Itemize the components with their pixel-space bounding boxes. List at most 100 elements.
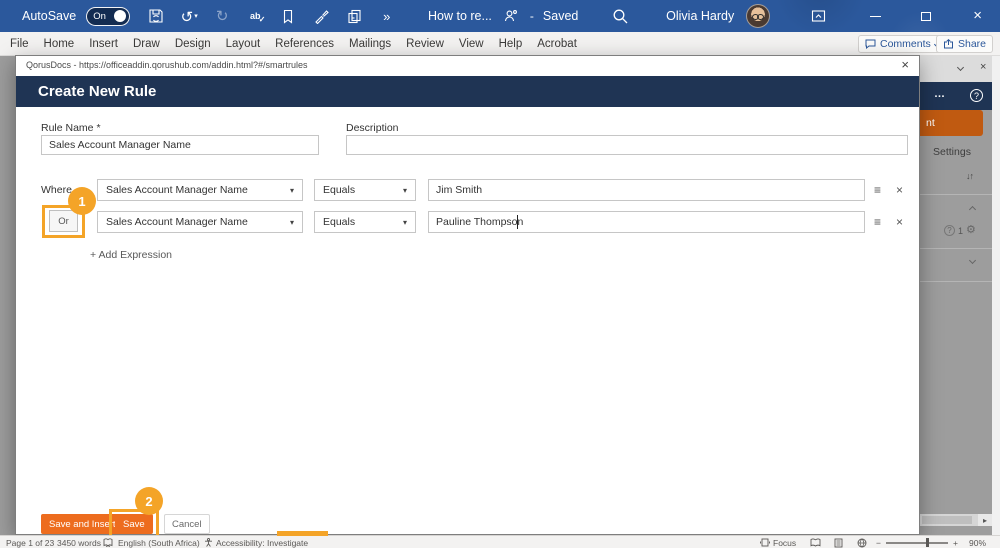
description-input[interactable] [346, 135, 908, 155]
dropdown-caret-icon: ▾ [402, 185, 407, 195]
tab-home[interactable]: Home [44, 38, 75, 50]
text-cursor [517, 215, 518, 229]
maximize-button[interactable] [921, 11, 932, 21]
dialog-header: Create New Rule [16, 76, 919, 107]
coauthor-icon[interactable] [501, 6, 521, 26]
focus-toggle[interactable]: Focus [773, 536, 796, 548]
horizontal-scrollbar[interactable]: ▸ [920, 514, 992, 526]
tab-help[interactable]: Help [499, 38, 523, 50]
print-layout-button[interactable] [834, 536, 843, 548]
operator-dropdown-row1-value: Equals [323, 184, 356, 196]
zoom-slider-thumb[interactable] [926, 538, 929, 547]
format-painter-icon[interactable] [311, 6, 331, 26]
saved-status[interactable]: Saved [543, 9, 578, 23]
pane-content-button[interactable]: nt [920, 110, 983, 136]
share-label: Share [958, 38, 987, 50]
copy-icon[interactable] [344, 6, 364, 26]
word-count[interactable]: 3450 words [57, 536, 101, 548]
quick-access-toolbar: ↺ ▾ ↻ ab ✓ » [146, 6, 397, 26]
minimize-button[interactable] [870, 15, 882, 17]
rule-name-label: Rule Name * [41, 122, 101, 134]
section-count: 1 [958, 225, 964, 236]
tab-review[interactable]: Review [406, 38, 444, 50]
task-pane-dropdown-icon[interactable] [956, 63, 965, 72]
comments-label: Comments [880, 38, 931, 50]
delete-row1-icon[interactable]: × [896, 179, 903, 201]
dialog-close-icon[interactable]: × [901, 57, 909, 72]
dialog-url-bar: QorusDocs - https://officeaddin.qorushub… [16, 56, 919, 76]
page-indicator[interactable]: Page 1 of 23 [6, 536, 54, 548]
list-lookup-icon-row2[interactable]: ≡ [874, 211, 881, 233]
save-icon[interactable] [146, 6, 166, 26]
dropdown-caret-icon: ▾ [402, 217, 407, 227]
operator-dropdown-row2[interactable]: Equals ▾ [314, 211, 416, 233]
delete-row2-icon[interactable]: × [896, 211, 903, 233]
scroll-right-arrow-icon[interactable]: ▸ [978, 514, 992, 526]
spellcheck-check: ✓ [258, 15, 266, 24]
pane-section-controls: ? 1 ⚙ [944, 225, 976, 236]
bookmark-icon[interactable] [278, 6, 298, 26]
value-input-row1[interactable] [428, 179, 865, 201]
avatar[interactable] [746, 4, 771, 28]
search-icon[interactable] [610, 6, 630, 26]
field-dropdown-row2[interactable]: Sales Account Manager Name ▾ [97, 211, 303, 233]
read-mode-button[interactable] [810, 536, 821, 548]
document-title[interactable]: How to re... [428, 9, 492, 23]
language-status[interactable]: English (South Africa) [118, 536, 200, 548]
or-operator-button[interactable]: Or [49, 210, 78, 232]
autosave-toggle[interactable]: On [86, 6, 131, 26]
section-help-icon[interactable]: ? [944, 225, 955, 236]
tab-acrobat[interactable]: Acrobat [537, 38, 577, 50]
value-input-row2[interactable] [428, 211, 865, 233]
zoom-level[interactable]: 90% [969, 536, 986, 548]
pane-content-button-label: nt [926, 117, 935, 129]
zoom-slider[interactable] [886, 542, 948, 544]
tab-draw[interactable]: Draw [133, 38, 160, 50]
accessibility-icon[interactable] [204, 536, 213, 548]
window-close-button[interactable]: × [973, 0, 982, 32]
share-button[interactable]: Share [936, 35, 994, 53]
pane-divider [920, 194, 992, 195]
save-and-insert-button[interactable]: Save and Insert [41, 514, 124, 534]
zoom-in-button[interactable]: + [953, 536, 958, 548]
tab-mailings[interactable]: Mailings [349, 38, 391, 50]
undo-dropdown-caret[interactable]: ▾ [194, 8, 198, 26]
accessibility-status[interactable]: Accessibility: Investigate [216, 536, 308, 548]
tab-view[interactable]: View [459, 38, 484, 50]
scrollbar-thumb[interactable] [922, 516, 972, 524]
field-dropdown-row2-value: Sales Account Manager Name [106, 216, 248, 228]
pane-tab-settings[interactable]: Settings [933, 146, 971, 158]
where-label: Where [41, 184, 72, 196]
web-layout-button[interactable] [857, 536, 867, 548]
gear-icon[interactable]: ⚙ [966, 225, 976, 236]
zoom-out-button[interactable]: − [876, 536, 881, 548]
focus-icon[interactable] [760, 536, 770, 548]
sort-icon[interactable]: ↓↑ [966, 171, 974, 181]
spellcheck-icon[interactable]: ab ✓ [245, 6, 266, 26]
list-lookup-icon-row1[interactable]: ≡ [874, 179, 881, 201]
tab-references[interactable]: References [275, 38, 334, 50]
more-commands-icon[interactable]: » [377, 6, 397, 26]
pane-help-icon[interactable]: ? [970, 89, 983, 102]
tab-file[interactable]: File [10, 38, 29, 50]
collapse-section-icon[interactable] [968, 205, 977, 214]
rule-name-input[interactable] [41, 135, 319, 155]
expand-section-icon[interactable] [968, 256, 977, 265]
pane-more-icon[interactable]: … [934, 88, 946, 100]
operator-dropdown-row1[interactable]: Equals ▾ [314, 179, 416, 201]
tab-design[interactable]: Design [175, 38, 211, 50]
comments-button[interactable]: Comments [858, 35, 947, 53]
task-pane-close-icon[interactable]: × [980, 61, 986, 73]
dialog-url: QorusDocs - https://officeaddin.qorushub… [26, 60, 308, 70]
add-expression-link[interactable]: + Add Expression [90, 249, 172, 261]
save-button[interactable]: Save [115, 514, 153, 534]
field-dropdown-row1[interactable]: Sales Account Manager Name ▾ [97, 179, 303, 201]
undo-icon[interactable]: ↺ ▾ [179, 6, 199, 26]
pane-divider [920, 248, 992, 249]
user-name[interactable]: Olivia Hardy [666, 9, 734, 23]
cancel-button[interactable]: Cancel [164, 514, 210, 534]
proofing-status-icon[interactable] [103, 536, 113, 548]
ribbon-display-options-icon[interactable] [808, 6, 828, 26]
tab-layout[interactable]: Layout [226, 38, 261, 50]
tab-insert[interactable]: Insert [89, 38, 118, 50]
